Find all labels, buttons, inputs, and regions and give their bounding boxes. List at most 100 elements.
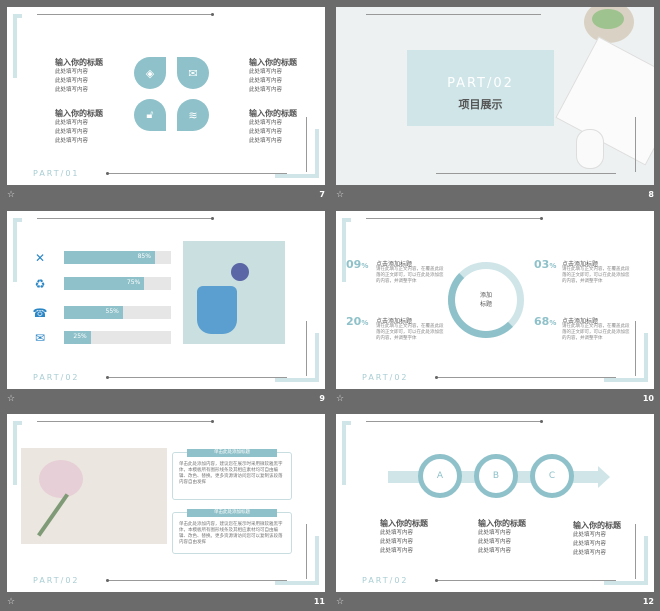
slide-12[interactable]: A B C 输入你的标题 此处填写内容 此处填写内容 此处填写内容 输入你的标题… (336, 414, 654, 592)
mail-icon: ✉ (34, 331, 46, 345)
block-title: 输入你的标题 (573, 521, 621, 530)
recycle-icon: ♻ (34, 277, 46, 291)
progress-fill: 85% (64, 251, 155, 264)
block-line: 此处填写内容 (55, 120, 89, 126)
block-line: 此处填写内容 (55, 87, 89, 93)
center-label-line: 添加 (479, 292, 492, 299)
chat-icon: ✉ (177, 57, 209, 89)
divider (107, 580, 287, 581)
corner-decoration (275, 536, 319, 585)
text-block: 输入你的标题 此处填写内容 此处填写内容 此处填写内容 (478, 518, 526, 556)
stack-icon: ≋ (177, 99, 209, 131)
percent-value: 09% (346, 258, 368, 271)
divider (436, 377, 616, 378)
block-title: 输入你的标题 (55, 109, 103, 118)
arrow-head (598, 466, 610, 488)
star-icon[interactable]: ☆ (336, 190, 344, 200)
slide-number: 12 (642, 597, 654, 606)
slide-number: 11 (313, 597, 325, 606)
item-text: 请在此填写正文内容，在覆盖此段落的正文即可，可以在此处添加您的内容，并调整字体 (376, 267, 444, 284)
percent-value: 68% (534, 315, 556, 328)
corner-decoration (604, 333, 648, 382)
progress-label: 55% (105, 308, 119, 315)
corner-decoration (13, 218, 22, 282)
step-circle-a: A (418, 454, 462, 498)
block-title: 输入你的标题 (478, 519, 526, 528)
percent-unit: % (549, 319, 557, 327)
progress-fill: 55% (64, 306, 123, 319)
text-box-title: 单击此处添加标题 (187, 509, 277, 517)
dot (211, 13, 214, 16)
slide-number: 10 (642, 394, 654, 403)
block-line: 此处填写内容 (380, 530, 414, 536)
text-box-content: 单击此处添加内容，建议您在展示时采用微软雅黑字体，本模板所有图形线条及其相应素材… (179, 462, 283, 485)
divider (366, 218, 541, 219)
slide-footer: ☆ 8 (336, 190, 654, 204)
star-icon[interactable]: ☆ (7, 394, 15, 404)
text-block: 输入你的标题 此处填写内容 此处填写内容 此处填写内容 (55, 57, 103, 95)
slide-number: 8 (648, 190, 654, 199)
divider (366, 421, 541, 422)
part-label: PART/02 (362, 576, 409, 585)
text-box-content: 单击此处添加内容，建议您在展示时采用微软雅黑字体，本模板所有图形线条及其相应素材… (179, 522, 283, 545)
corner-decoration (275, 333, 319, 382)
slide-title: 项目展示 (458, 98, 503, 111)
divider (635, 117, 636, 172)
percent-value: 20% (346, 315, 368, 328)
percent-unit: % (361, 262, 369, 270)
divider (436, 173, 616, 174)
percent-unit: % (361, 319, 369, 327)
text-box: 单击此处添加标题 单击此处添加内容，建议您在展示时采用微软雅黑字体，本模板所有图… (172, 509, 292, 554)
item-text: 请在此填写正文内容，在覆盖此段落的正文即可，可以在此处添加您的内容，并调整字体 (376, 324, 444, 341)
block-line: 此处填写内容 (249, 120, 283, 126)
dot (211, 217, 214, 220)
part-label: PART/02 (33, 576, 80, 585)
text-box-title: 单击此处添加标题 (187, 449, 277, 457)
title-panel: PART/02 项目展示 (407, 50, 554, 126)
divider (366, 14, 541, 15)
plant-image (592, 9, 624, 29)
step-circle-c: C (530, 454, 574, 498)
slide-footer: ☆ 10 (336, 394, 654, 408)
block-line: 此处填写内容 (380, 539, 414, 545)
progress-bar: 85% (64, 251, 171, 264)
text-block: 输入你的标题 此处填写内容 此处填写内容 此处填写内容 (249, 57, 297, 95)
block-line: 此处填写内容 (249, 78, 283, 84)
dot (106, 579, 109, 582)
divider (107, 173, 287, 174)
mouse-image (576, 129, 604, 169)
block-line: 此处填写内容 (249, 69, 283, 75)
text-block: 输入你的标题 此处填写内容 此处填写内容 此处填写内容 (380, 518, 428, 556)
dot (211, 420, 214, 423)
flower-image (39, 460, 83, 498)
text-box: 单击此处添加标题 单击此处添加内容，建议您在展示时采用微软雅黑字体，本模板所有图… (172, 449, 292, 500)
star-icon[interactable]: ☆ (336, 394, 344, 404)
corner-decoration (342, 421, 351, 485)
progress-label: 25% (73, 333, 87, 340)
step-circle-b: B (474, 454, 518, 498)
block-line: 此处填写内容 (55, 69, 89, 75)
corner-decoration (275, 129, 319, 178)
dot (106, 172, 109, 175)
progress-label: 75% (126, 279, 141, 286)
progress-bar: 75% (64, 277, 171, 290)
slide-8[interactable]: PART/02 项目展示 (336, 7, 654, 185)
dot (540, 420, 543, 423)
star-icon[interactable]: ☆ (336, 597, 344, 607)
item-text: 请在此填写正文内容，在覆盖此段落的正文即可，可以在此处添加您的内容，并调整字体 (562, 267, 630, 284)
slide-10[interactable]: 添加 标题 09% 点击添加标题 请在此填写正文内容，在覆盖此段落的正文即可，可… (336, 211, 654, 389)
star-icon[interactable]: ☆ (7, 597, 15, 607)
part-label: PART/01 (33, 169, 80, 178)
flower-book-photo (21, 448, 167, 544)
slide-9[interactable]: ✕ ♻ ☎ ✉ 85% 75% 55% 25% PART/02 (7, 211, 325, 389)
percent-number: 20 (346, 315, 362, 328)
divider (37, 14, 212, 15)
stem-image (37, 493, 69, 537)
part-label: PART/02 (33, 373, 80, 382)
corner-decoration (13, 14, 22, 78)
flower-image (231, 263, 249, 281)
star-icon[interactable]: ☆ (7, 190, 15, 200)
block-line: 此处填写内容 (478, 530, 512, 536)
slide-7[interactable]: 输入你的标题 此处填写内容 此处填写内容 此处填写内容 输入你的标题 此处填写内… (7, 7, 325, 185)
slide-11[interactable]: 单击此处添加标题 单击此处添加内容，建议您在展示时采用微软雅黑字体，本模板所有图… (7, 414, 325, 592)
